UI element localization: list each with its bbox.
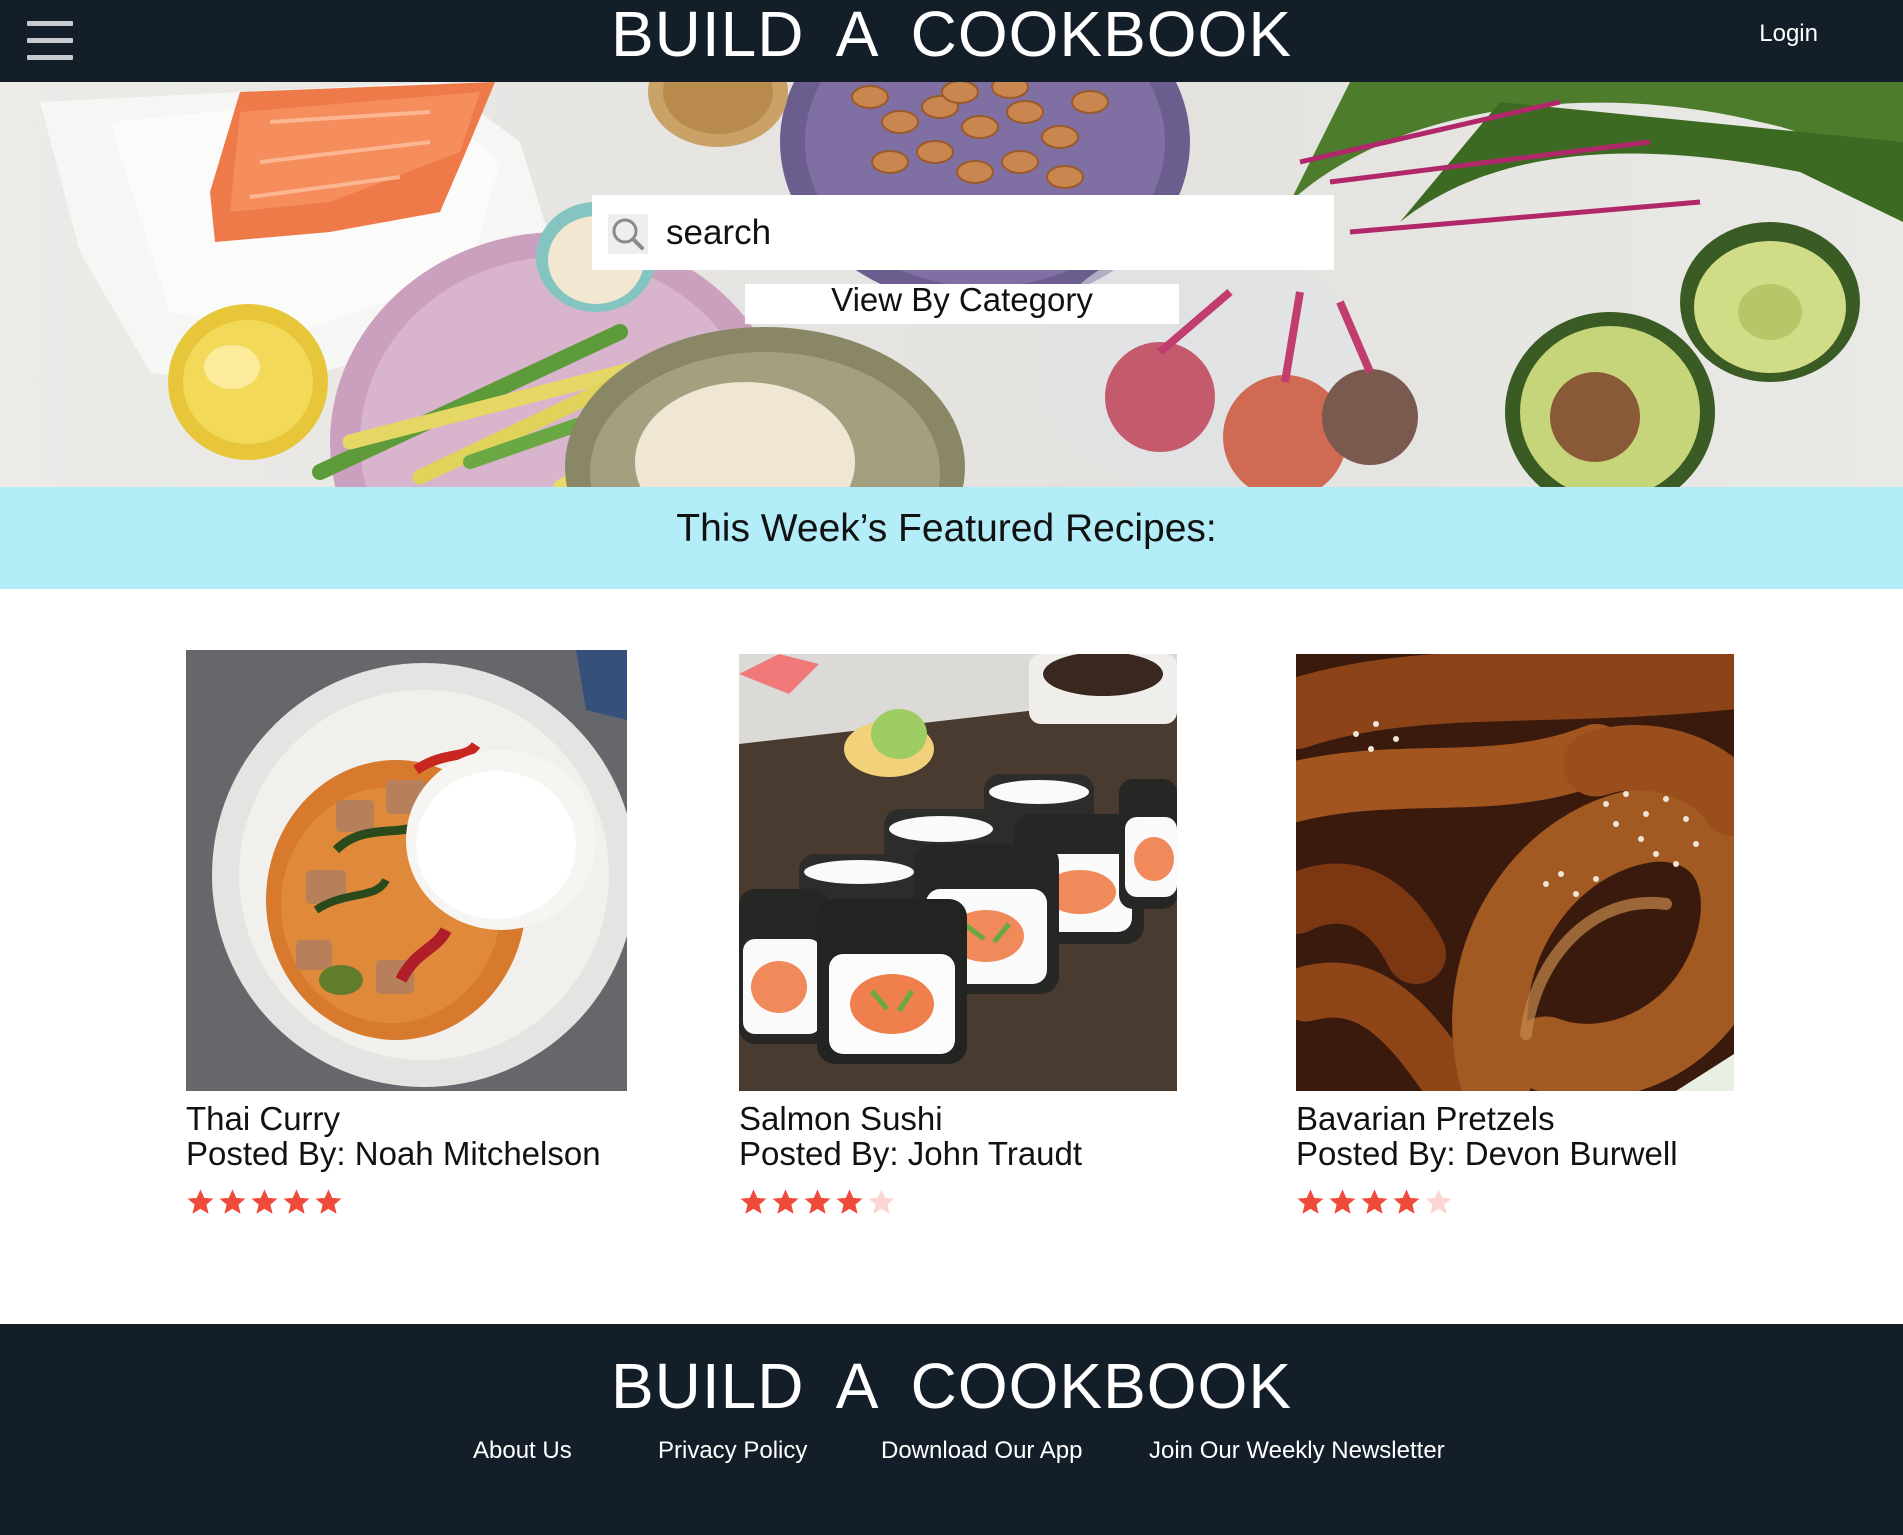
login-link[interactable]: Login [1759,20,1818,48]
recipe-title[interactable]: Bavarian Pretzels [1296,1100,1555,1138]
recipe-card-bavarian-pretzels[interactable]: Bavarian Pretzels Posted By: Devon Burwe… [1296,650,1734,1214]
star-filled-icon [251,1189,278,1214]
search-icon[interactable] [608,214,648,254]
star-filled-icon [740,1189,767,1214]
star-filled-icon [836,1189,863,1214]
star-filled-icon [1297,1189,1324,1214]
star-rating [739,1187,899,1222]
star-filled-icon [1393,1189,1420,1214]
posted-by-label: Posted By: [1296,1135,1465,1172]
star-filled-icon [315,1189,342,1214]
site-footer: BUILD A COOKBOOK About Us Privacy Policy… [0,1324,1903,1535]
star-filled-icon [187,1189,214,1214]
star-empty-icon [1425,1189,1452,1214]
recipe-author: Posted By: Noah Mitchelson [186,1135,601,1173]
recipe-author: Posted By: Devon Burwell [1296,1135,1678,1173]
star-filled-icon [804,1189,831,1214]
star-filled-icon [219,1189,246,1214]
hero-banner: search View By Category [0,82,1903,487]
view-by-category-button[interactable]: View By Category [745,283,1179,324]
recipe-card-salmon-sushi[interactable]: Salmon Sushi Posted By: John Traudt [739,650,1177,1214]
featured-recipes-heading: This Week’s Featured Recipes: [676,507,1217,550]
featured-recipes-banner: This Week’s Featured Recipes: [0,487,1903,589]
posted-by-label: Posted By: [739,1135,908,1172]
author-name: Noah Mitchelson [354,1135,601,1172]
star-rating [1296,1187,1456,1222]
author-name: John Traudt [907,1135,1083,1172]
privacy-policy-link[interactable]: Privacy Policy [658,1437,807,1465]
thai-curry-photo[interactable] [186,650,627,1091]
star-rating [186,1187,346,1222]
about-us-link[interactable]: About Us [473,1437,572,1465]
search-input[interactable]: search [666,213,771,253]
star-filled-icon [1329,1189,1356,1214]
recipe-title[interactable]: Salmon Sushi [739,1100,943,1138]
recipe-title[interactable]: Thai Curry [186,1100,340,1138]
bavarian-pretzels-photo[interactable] [1296,654,1734,1091]
star-filled-icon [283,1189,310,1214]
site-title[interactable]: BUILD A COOKBOOK [0,2,1903,66]
download-app-link[interactable]: Download Our App [881,1437,1082,1465]
posted-by-label: Posted By: [186,1135,355,1172]
recipe-author: Posted By: John Traudt [739,1135,1082,1173]
footer-links: About Us Privacy Policy Download Our App… [0,1437,1903,1477]
star-filled-icon [772,1189,799,1214]
recipe-card-thai-curry[interactable]: Thai Curry Posted By: Noah Mitchelson [186,650,627,1214]
star-empty-icon [868,1189,895,1214]
search-bar[interactable]: search [592,195,1334,270]
star-filled-icon [1361,1189,1388,1214]
footer-site-title: BUILD A COOKBOOK [610,1350,1293,1422]
top-navigation-bar: BUILD A COOKBOOK Login [0,0,1903,82]
author-name: Devon Burwell [1464,1135,1678,1172]
salmon-sushi-photo[interactable] [739,654,1177,1091]
newsletter-link[interactable]: Join Our Weekly Newsletter [1149,1437,1445,1465]
